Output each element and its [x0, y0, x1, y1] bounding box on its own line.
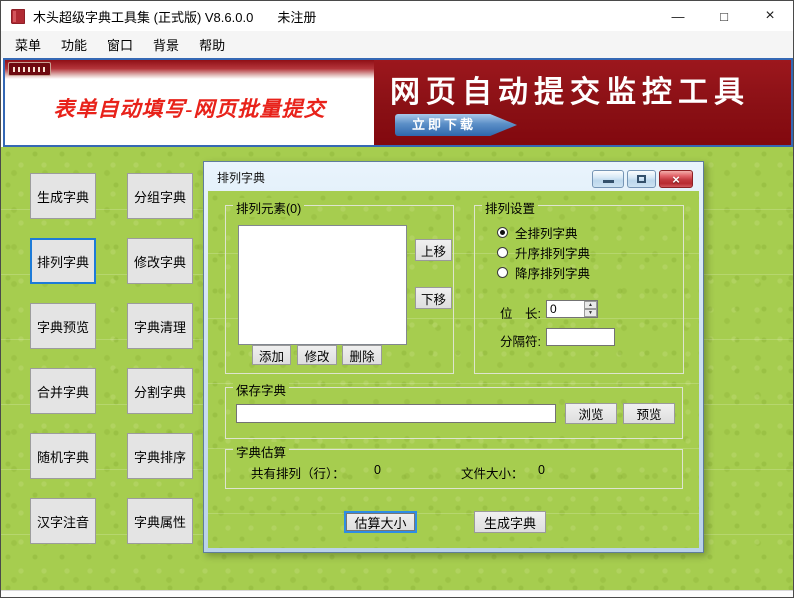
close-icon: ×	[765, 7, 774, 25]
sidebar-item-dictionary-sort[interactable]: 字典排序	[127, 433, 193, 479]
minimize-icon	[603, 180, 614, 183]
minimize-icon: —	[672, 9, 685, 24]
window-title: 木头超级字典工具集 (正式版) V8.6.0.0	[33, 7, 253, 26]
radio-selected-icon	[497, 227, 508, 238]
dialog-restore-button[interactable]	[627, 170, 656, 188]
app-window: 木头超级字典工具集 (正式版) V8.6.0.0 未注册 — □ × 菜单 功能…	[0, 0, 794, 598]
browse-button[interactable]: 浏览	[565, 403, 617, 424]
dialog-title: 排列字典	[217, 169, 265, 186]
group-save-dictionary-title: 保存字典	[233, 380, 289, 399]
dialog-minimize-button[interactable]	[592, 170, 624, 188]
move-down-button[interactable]: 下移	[415, 287, 452, 309]
close-icon: ×	[672, 172, 680, 187]
sidebar-item-dictionary-preview[interactable]: 字典预览	[30, 303, 96, 349]
sidebar-item-split-dictionary[interactable]: 分割字典	[127, 368, 193, 414]
window-bottom-edge	[1, 590, 793, 597]
menu-item-window[interactable]: 窗口	[106, 33, 134, 56]
dialog-title-bar[interactable]: 排列字典 ×	[204, 162, 703, 191]
radio-ascending-permutation-label: 升序排列字典	[515, 243, 590, 262]
total-rows-value: 0	[374, 463, 381, 477]
sidebar-item-merge-dictionary[interactable]: 合并字典	[30, 368, 96, 414]
group-arrange-elements: 排列元素(0) 上移 下移 添加 修改 删除	[225, 205, 454, 374]
banner-left-headline: 表单自动填写-网页批量提交	[5, 93, 374, 123]
radio-unselected-icon	[497, 247, 508, 258]
restore-icon	[637, 175, 646, 183]
menu-item-background[interactable]: 背景	[152, 33, 180, 56]
ad-banner[interactable]: 表单自动填写-网页批量提交 网页自动提交监控工具 立即下载	[3, 58, 793, 147]
dialog-arrange-dictionary: 排列字典 × 排列元素(0) 上移 下移 添加 修改 删除	[203, 161, 704, 553]
ad-banner-left: 表单自动填写-网页批量提交	[5, 60, 374, 145]
sidebar-item-random-dictionary[interactable]: 随机字典	[30, 433, 96, 479]
spinner-down-icon[interactable]: ▼	[584, 309, 597, 317]
file-size-label: 文件大小：	[461, 463, 524, 482]
group-dictionary-estimate: 字典估算 共有排列（行）： 0 文件大小： 0	[225, 449, 683, 489]
menu-item-menu[interactable]: 菜单	[14, 33, 42, 56]
sidebar: 生成字典 分组字典 排列字典 修改字典 字典预览 字典清理 合并字典 分割字典 …	[30, 173, 193, 544]
maximize-icon: □	[720, 9, 728, 24]
app-icon	[11, 9, 25, 24]
save-path-input[interactable]	[236, 404, 556, 423]
group-arrange-elements-title: 排列元素(0)	[233, 198, 304, 217]
main-background: 生成字典 分组字典 排列字典 修改字典 字典预览 字典清理 合并字典 分割字典 …	[1, 147, 793, 590]
modify-button[interactable]: 修改	[297, 345, 337, 365]
total-rows-label: 共有排列（行）：	[251, 463, 345, 482]
dialog-close-button[interactable]: ×	[659, 170, 693, 188]
preview-button[interactable]: 预览	[623, 403, 675, 424]
radio-descending-permutation[interactable]: 降序排列字典	[497, 264, 590, 280]
bit-length-label: 位 长:	[500, 303, 541, 322]
minimize-button[interactable]: —	[655, 1, 701, 31]
move-up-button[interactable]: 上移	[415, 239, 452, 261]
banner-logo	[8, 62, 51, 76]
menu-item-help[interactable]: 帮助	[198, 33, 226, 56]
window-controls: — □ ×	[655, 1, 793, 31]
sidebar-item-dictionary-clean[interactable]: 字典清理	[127, 303, 193, 349]
menu-item-functions[interactable]: 功能	[60, 33, 88, 56]
registration-status: 未注册	[277, 7, 316, 26]
spinner-buttons: ▲ ▼	[584, 301, 597, 317]
radio-unselected-icon	[497, 267, 508, 278]
elements-listbox[interactable]	[238, 225, 407, 345]
file-size-value: 0	[538, 463, 545, 477]
ad-banner-right: 网页自动提交监控工具 立即下载	[374, 60, 791, 145]
sidebar-item-dictionary-properties[interactable]: 字典属性	[127, 498, 193, 544]
group-arrange-settings: 排列设置 全排列字典 升序排列字典 降序排列字典 位 长:	[474, 205, 684, 374]
dialog-window-controls: ×	[592, 170, 693, 188]
delete-button[interactable]: 删除	[342, 345, 382, 365]
title-bar: 木头超级字典工具集 (正式版) V8.6.0.0 未注册 — □ ×	[1, 1, 793, 31]
group-save-dictionary: 保存字典 浏览 预览	[225, 387, 683, 439]
group-dictionary-estimate-title: 字典估算	[233, 442, 289, 461]
dialog-body: 排列元素(0) 上移 下移 添加 修改 删除 排列设置 全排列字典	[208, 191, 699, 548]
separator-input[interactable]	[546, 328, 615, 346]
sidebar-item-group-dictionary[interactable]: 分组字典	[127, 173, 193, 219]
sidebar-item-generate-dictionary[interactable]: 生成字典	[30, 173, 96, 219]
sidebar-item-arrange-dictionary[interactable]: 排列字典	[30, 238, 96, 284]
sidebar-item-hanzi-pinyin[interactable]: 汉字注音	[30, 498, 96, 544]
sidebar-item-modify-dictionary[interactable]: 修改字典	[127, 238, 193, 284]
generate-dictionary-button[interactable]: 生成字典	[474, 511, 546, 533]
banner-right-headline: 网页自动提交监控工具	[390, 67, 750, 111]
group-arrange-settings-title: 排列设置	[482, 198, 538, 217]
radio-ascending-permutation[interactable]: 升序排列字典	[497, 244, 590, 260]
radio-descending-permutation-label: 降序排列字典	[515, 263, 590, 282]
maximize-button[interactable]: □	[701, 1, 747, 31]
radio-full-permutation-label: 全排列字典	[515, 223, 578, 242]
radio-full-permutation[interactable]: 全排列字典	[497, 224, 578, 240]
estimate-size-button[interactable]: 估算大小	[344, 511, 417, 533]
add-button[interactable]: 添加	[252, 345, 291, 365]
separator-label: 分隔符:	[500, 331, 541, 350]
bit-length-spinner: ▲ ▼	[546, 300, 598, 318]
spinner-up-icon[interactable]: ▲	[584, 301, 597, 309]
close-button[interactable]: ×	[747, 1, 793, 31]
download-button[interactable]: 立即下载	[395, 114, 517, 136]
menu-bar: 菜单 功能 窗口 背景 帮助	[1, 31, 793, 58]
banner-red-strip	[5, 60, 374, 79]
